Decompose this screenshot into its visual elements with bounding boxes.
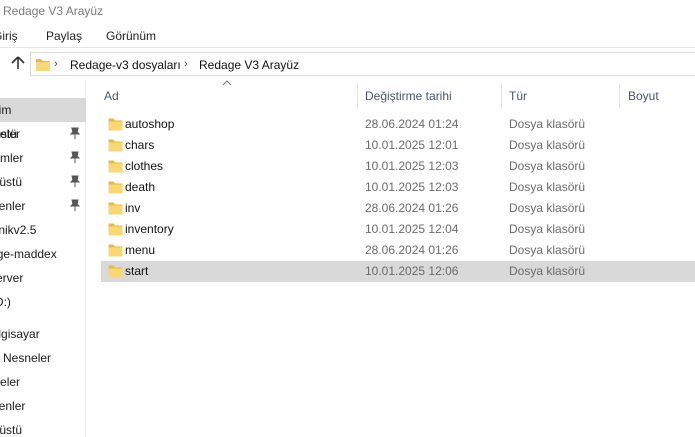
- tab-home[interactable]: Giriş: [0, 29, 18, 43]
- nav-item-local-disk-d[interactable]: Yerel Disk (D:): [0, 290, 86, 314]
- address-row: › Redage-v3 dosyaları › Redage V3 Arayüz: [0, 48, 695, 80]
- chevron-right-icon[interactable]: ›: [54, 58, 58, 70]
- file-name: menu: [125, 243, 156, 257]
- file-name: start: [125, 264, 149, 278]
- file-name: clothes: [125, 159, 164, 173]
- column-divider[interactable]: [357, 84, 358, 108]
- folder-icon: [108, 223, 123, 236]
- file-modified: 10.01.2025 12:01: [365, 138, 459, 152]
- file-modified: 10.01.2025 12:03: [365, 180, 459, 194]
- file-name: autoshop: [125, 117, 175, 131]
- file-row-autoshop[interactable]: autoshop 28.06.2024 01:24 Dosya klasörü: [101, 114, 695, 135]
- nav-item-pictures-pinned[interactable]: Resimler: [0, 146, 86, 170]
- file-type: Dosya klasörü: [509, 222, 586, 236]
- folder-icon: [108, 244, 123, 257]
- nav-item-redage-maddex[interactable]: Redage-maddex: [0, 242, 86, 266]
- nav-item-3d-objects[interactable]: 3B Nesneler: [0, 346, 86, 370]
- title-bar: Redage V3 Arayüz: [0, 0, 695, 22]
- window-title: Redage V3 Arayüz: [3, 4, 104, 18]
- file-modified: 10.01.2025 12:03: [365, 159, 459, 173]
- folder-icon: [108, 202, 123, 215]
- file-modified: 28.06.2024 01:24: [365, 117, 459, 131]
- tab-share[interactable]: Paylaş: [46, 29, 82, 43]
- file-type: Dosya klasörü: [509, 117, 586, 131]
- file-row-clothes[interactable]: clothes 10.01.2025 12:03 Dosya klasörü: [101, 156, 695, 177]
- nav-item-desktop[interactable]: Masaüstü: [0, 170, 86, 194]
- nav-item-this-pc[interactable]: Bu bilgisayar: [0, 322, 86, 346]
- folder-icon: [108, 265, 123, 278]
- folder-icon: [108, 118, 123, 131]
- folder-icon: [108, 181, 123, 194]
- file-modified: 28.06.2024 01:26: [365, 243, 459, 257]
- file-type: Dosya klasörü: [509, 138, 586, 152]
- file-row-inventory[interactable]: inventory 10.01.2025 12:04 Dosya klasörü: [101, 219, 695, 240]
- file-name: inventory: [125, 222, 174, 236]
- column-divider[interactable]: [619, 84, 620, 108]
- tab-view[interactable]: Görünüm: [106, 29, 156, 43]
- column-divider[interactable]: [501, 84, 502, 108]
- address-bar[interactable]: › Redage-v3 dosyaları › Redage V3 Arayüz: [30, 52, 695, 76]
- pin-icon: [69, 175, 81, 187]
- file-row-death[interactable]: death 10.01.2025 12:03 Dosya klasörü: [101, 177, 695, 198]
- folder-icon: [108, 139, 123, 152]
- file-row-inv[interactable]: inv 28.06.2024 01:26 Dosya klasörü: [101, 198, 695, 219]
- nav-item-downloads-pinned[interactable]: İndirilenler: [0, 194, 86, 218]
- file-row-chars[interactable]: chars 10.01.2025 12:01 Dosya klasörü: [101, 135, 695, 156]
- nav-item-mekanik[interactable]: Mekanikv2.5: [0, 218, 86, 242]
- chevron-right-icon[interactable]: ›: [184, 58, 188, 70]
- nav-item-server[interactable]: Server: [0, 266, 86, 290]
- file-type: Dosya klasörü: [509, 243, 586, 257]
- file-row-menu[interactable]: menu 28.06.2024 01:26 Dosya klasörü: [101, 240, 695, 261]
- file-name: inv: [125, 201, 141, 215]
- file-type: Dosya klasörü: [509, 159, 586, 173]
- file-type: Dosya klasörü: [509, 180, 586, 194]
- file-modified: 10.01.2025 12:04: [365, 222, 459, 236]
- file-type: Dosya klasörü: [509, 201, 586, 215]
- nav-item-documents[interactable]: Belgeler: [0, 370, 86, 394]
- file-name: chars: [125, 138, 155, 152]
- nav-item-downloads[interactable]: İndirilenler: [0, 394, 86, 418]
- pin-icon: [69, 199, 81, 211]
- navigation-pane: Hızlı erişim Masaüstü Belgeler Resimler …: [0, 80, 86, 437]
- folder-icon: [108, 160, 123, 173]
- file-name: death: [125, 180, 156, 194]
- nav-item-quick-access[interactable]: Hızlı erişim: [0, 98, 86, 122]
- column-header-size[interactable]: Boyut: [628, 84, 694, 110]
- column-header-type[interactable]: Tür: [509, 84, 619, 110]
- breadcrumb-parent[interactable]: Redage-v3 dosyaları: [70, 58, 181, 72]
- folder-icon: [36, 59, 50, 71]
- nav-item-documents-pinned[interactable]: Belgeler: [0, 122, 86, 146]
- up-arrow-icon[interactable]: [9, 54, 27, 72]
- column-header-name[interactable]: Ad: [104, 84, 356, 110]
- file-list: Ad Değiştirme tarihi Tür Boyut autoshop …: [86, 80, 695, 437]
- ribbon: Giriş Paylaş Görünüm: [0, 22, 695, 48]
- file-type: Dosya klasörü: [509, 264, 586, 278]
- file-row-start[interactable]: start 10.01.2025 12:06 Dosya klasörü: [101, 261, 695, 282]
- nav-item-desktop-2[interactable]: Masaüstü: [0, 418, 86, 437]
- pin-icon: [69, 127, 81, 139]
- file-modified: 28.06.2024 01:26: [365, 201, 459, 215]
- breadcrumb-current[interactable]: Redage V3 Arayüz: [199, 58, 299, 72]
- file-modified: 10.01.2025 12:06: [365, 264, 459, 278]
- column-header-modified[interactable]: Değiştirme tarihi: [365, 84, 501, 110]
- pin-icon: [69, 151, 81, 163]
